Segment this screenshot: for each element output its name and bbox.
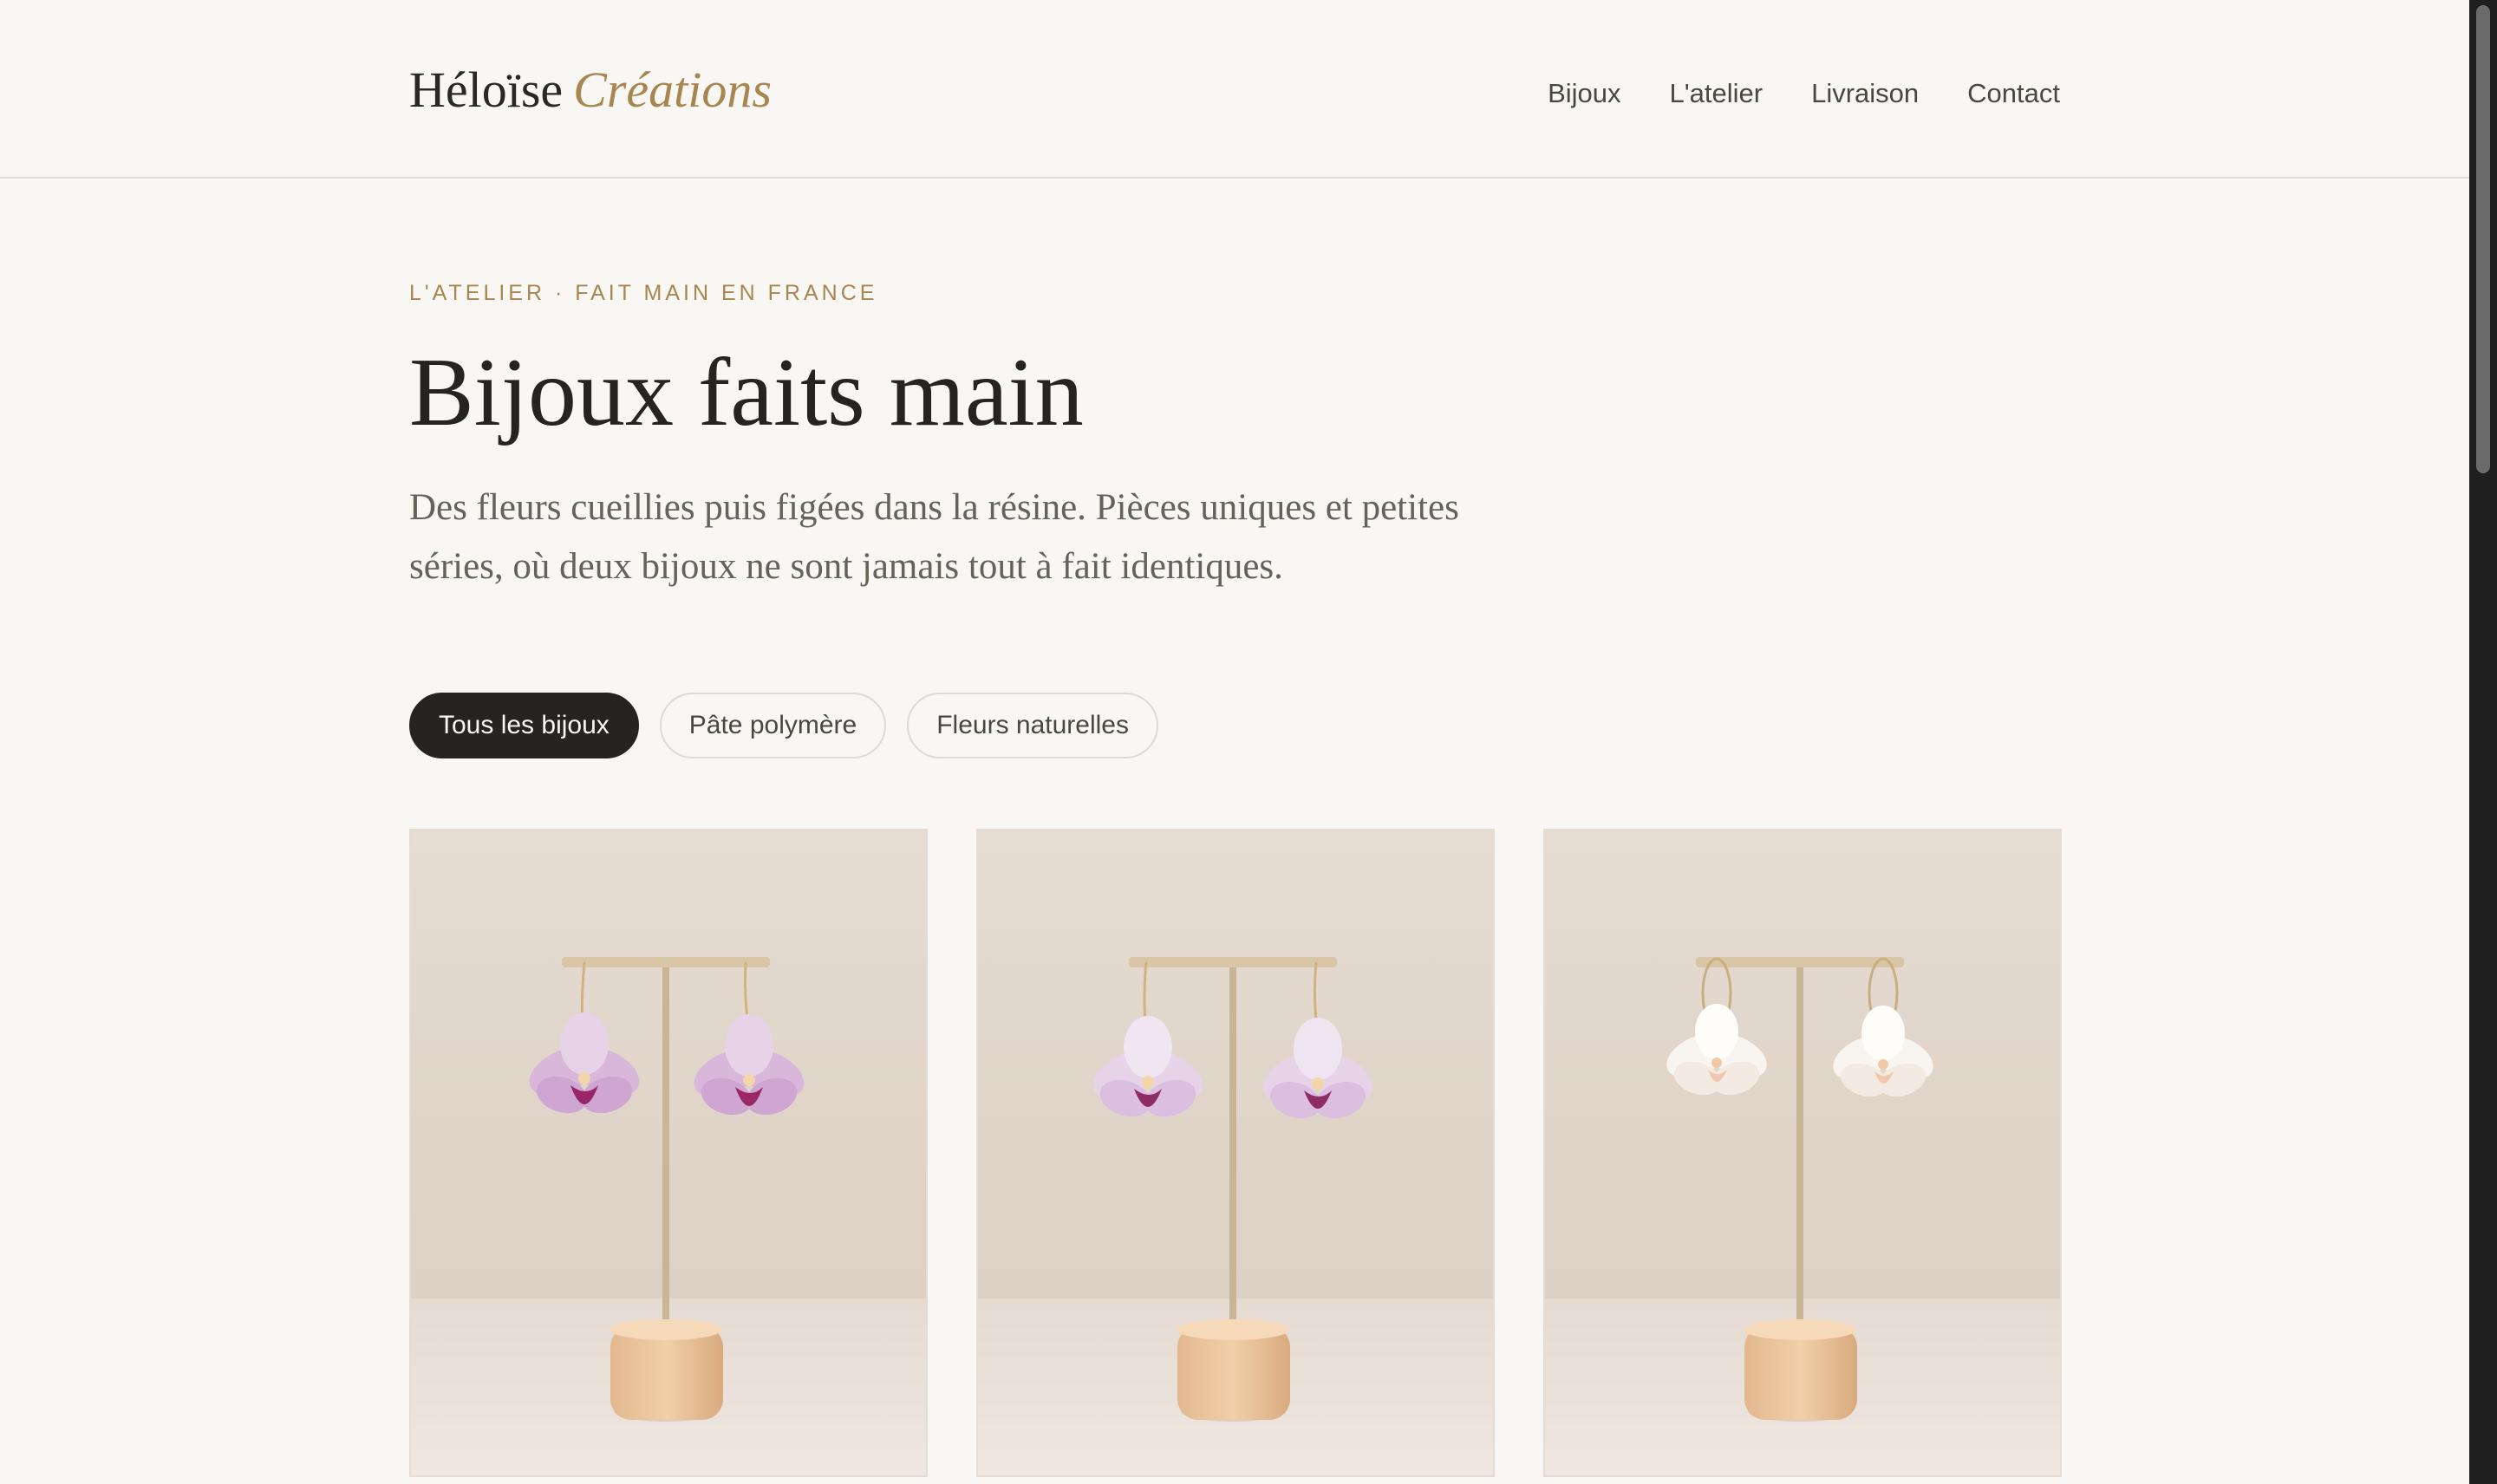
nav-item-livraison[interactable]: Livraison xyxy=(1811,76,1919,111)
brand-logo[interactable]: Héloïse Créations xyxy=(409,55,772,125)
product-card[interactable] xyxy=(1543,829,2062,1477)
filter-natural-flowers[interactable]: Fleurs naturelles xyxy=(907,693,1158,758)
product-grid xyxy=(409,829,2062,1477)
nav-item-bijoux[interactable]: Bijoux xyxy=(1548,76,1620,111)
filter-all-jewelry[interactable]: Tous les bijoux xyxy=(409,693,639,758)
filter-polymer-clay[interactable]: Pâte polymère xyxy=(659,693,887,758)
nav-item-atelier[interactable]: L'atelier xyxy=(1670,76,1764,111)
product-photo xyxy=(978,830,1493,1475)
brand-name: Héloïse xyxy=(409,62,564,118)
product-photo xyxy=(1545,830,2060,1475)
product-photo xyxy=(411,830,926,1475)
category-filters: Tous les bijoux Pâte polymère Fleurs nat… xyxy=(409,693,1158,758)
brand-accent: Créations xyxy=(573,62,772,118)
hero-eyebrow: L'ATELIER · FAIT MAIN EN FRANCE xyxy=(409,281,878,305)
hero-description: Des fleurs cueillies puis figées dans la… xyxy=(409,487,1459,587)
vertical-scrollbar[interactable] xyxy=(2469,0,2497,1484)
site-header: Héloïse Créations Bijoux L'atelier Livrai… xyxy=(0,0,2469,179)
main-navigation: Bijoux L'atelier Livraison Contact xyxy=(1548,76,2060,111)
page-title: Bijoux faits main xyxy=(409,339,1084,446)
product-card[interactable] xyxy=(976,829,1495,1477)
nav-item-contact[interactable]: Contact xyxy=(1967,76,2060,111)
page: Héloïse Créations Bijoux L'atelier Livrai… xyxy=(0,0,2469,1484)
scrollbar-thumb[interactable] xyxy=(2476,5,2490,473)
product-card[interactable] xyxy=(409,829,928,1477)
